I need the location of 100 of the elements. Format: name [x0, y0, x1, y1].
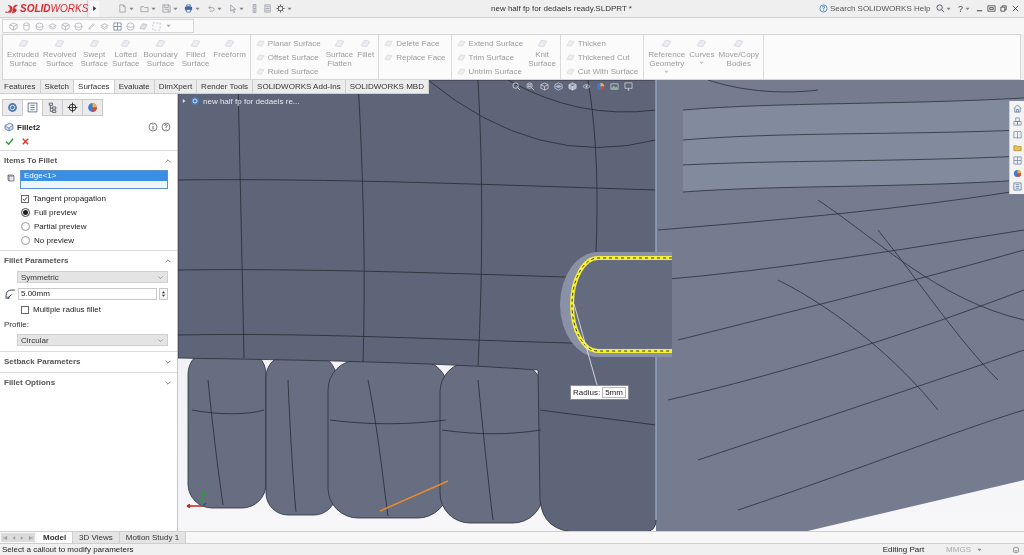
caret-icon[interactable] — [239, 6, 244, 11]
radio-button[interactable] — [21, 208, 30, 217]
cube-icon[interactable] — [9, 21, 18, 31]
document-icon[interactable] — [263, 4, 272, 13]
monitor-icon[interactable] — [624, 82, 633, 91]
caret-icon[interactable] — [195, 6, 200, 11]
house-icon[interactable] — [1012, 104, 1022, 113]
caret-icon[interactable] — [287, 6, 292, 11]
restore-icon[interactable] — [999, 4, 1008, 13]
arrow-first-icon[interactable] — [2, 534, 9, 541]
layers-icon[interactable] — [48, 21, 57, 31]
info-circle-icon[interactable] — [148, 122, 158, 132]
spin-button[interactable] — [159, 288, 168, 300]
checkbox[interactable] — [21, 305, 29, 314]
caret-icon[interactable] — [166, 24, 171, 28]
section-title: Setback Parameters — [4, 357, 81, 366]
method-dropdown[interactable]: Symmetric — [17, 271, 168, 283]
search-icon[interactable] — [936, 4, 945, 13]
view-cube-icon[interactable] — [540, 82, 549, 91]
boxes-icon[interactable] — [1012, 117, 1022, 126]
section-cube-icon[interactable] — [554, 82, 563, 91]
selection-list[interactable]: Edge<1> — [20, 170, 168, 189]
radius-field[interactable]: 5.00mm — [18, 288, 157, 300]
surface-sheet-icon — [733, 38, 745, 49]
panel-tab[interactable] — [62, 99, 83, 116]
checkbox-label: Tangent propagation — [33, 194, 106, 203]
list-item[interactable]: Edge<1> — [21, 171, 167, 181]
cube-icon[interactable] — [61, 21, 70, 31]
traffic-light-icon[interactable] — [250, 4, 259, 13]
feature-title: Fillet2 — [17, 122, 41, 132]
list-icon[interactable] — [1012, 182, 1022, 191]
close-icon[interactable] — [1011, 4, 1020, 13]
arrow-left-icon[interactable] — [10, 534, 17, 541]
model-tree-label[interactable]: new half fp for dedaels re... — [203, 96, 300, 106]
surface-sheet-icon — [661, 38, 673, 49]
radio-label: Full preview — [34, 208, 77, 217]
page-icon[interactable] — [118, 4, 127, 13]
shaded-cube-icon[interactable] — [568, 82, 577, 91]
surface-sheet-icon — [155, 38, 167, 49]
chevron-up-icon[interactable] — [164, 256, 172, 265]
radio-button[interactable] — [21, 236, 30, 245]
arrow-last-icon[interactable] — [27, 534, 34, 541]
caret-icon[interactable] — [129, 6, 134, 11]
command-tab[interactable]: Surfaces — [74, 80, 115, 93]
caret-icon[interactable] — [173, 6, 178, 11]
surface-sheet-icon — [224, 38, 236, 49]
surface-sheet-icon — [696, 38, 708, 49]
help-menu-button[interactable]: ? — [953, 3, 964, 14]
magnifier-icon[interactable] — [512, 82, 521, 91]
caret-icon[interactable] — [217, 6, 222, 11]
list-icon — [27, 102, 38, 113]
section-title: Fillet Options — [4, 378, 56, 387]
spin-arrows-icon — [161, 290, 166, 298]
radius-value-field[interactable]: 5mm — [602, 387, 626, 398]
editing-mode-text: Editing Part — [882, 545, 925, 554]
tile-window-icon[interactable] — [987, 4, 996, 13]
help-icon[interactable] — [161, 122, 171, 132]
cylinder-icon[interactable] — [22, 21, 31, 31]
menu-flyout-button[interactable] — [90, 0, 99, 17]
profile-dropdown[interactable]: Circular — [17, 334, 168, 346]
surface-sheet-icon — [17, 38, 29, 49]
file-folder-icon[interactable] — [1012, 143, 1022, 152]
caret-icon[interactable] — [946, 6, 951, 11]
landscape-icon[interactable] — [610, 82, 619, 91]
surface-sheet-icon[interactable] — [139, 21, 148, 31]
caret-icon[interactable] — [965, 6, 970, 11]
arrow-right-icon[interactable] — [19, 534, 26, 541]
surface-sheet-icon — [334, 38, 345, 49]
chevron-up-icon[interactable] — [164, 156, 172, 165]
surface-sheet-icon — [88, 38, 100, 49]
radio-button[interactable] — [21, 222, 30, 231]
zoom-box-icon[interactable] — [526, 82, 535, 91]
rounded-cube-icon — [4, 122, 14, 132]
checkmark-icon[interactable] — [5, 137, 14, 146]
grid-icon[interactable] — [1012, 156, 1022, 165]
close-icon[interactable] — [21, 137, 30, 146]
grid-icon[interactable] — [113, 21, 122, 31]
eye-icon[interactable] — [582, 82, 591, 91]
selected-edge[interactable] — [570, 256, 673, 353]
checkbox[interactable] — [21, 194, 29, 203]
pencil-icon[interactable] — [87, 21, 96, 31]
logo-mark-icon — [4, 3, 18, 14]
caret-right-icon[interactable] — [181, 98, 187, 104]
settings-icon[interactable] — [276, 4, 285, 13]
book-icon[interactable] — [1012, 130, 1022, 139]
cursor-arrow-icon[interactable] — [228, 4, 237, 13]
surface-sheet-icon — [120, 38, 132, 49]
layers-icon[interactable] — [100, 21, 109, 31]
chevron-down-icon — [157, 336, 164, 344]
dimension-callout[interactable]: Radius: 5mm — [570, 385, 629, 400]
printer-icon[interactable] — [184, 4, 193, 13]
highlighted-edge — [379, 480, 449, 512]
cube-face-icon — [6, 173, 16, 183]
caret-icon[interactable] — [151, 6, 156, 11]
caret-icon[interactable] — [977, 547, 982, 552]
search-field[interactable]: Search SOLIDWORKS Help — [828, 1, 936, 16]
undo-arrow-icon[interactable] — [206, 4, 215, 13]
folder-icon[interactable] — [140, 4, 149, 13]
surface-sheet-icon — [536, 38, 548, 49]
ring-icon[interactable] — [1012, 545, 1020, 554]
